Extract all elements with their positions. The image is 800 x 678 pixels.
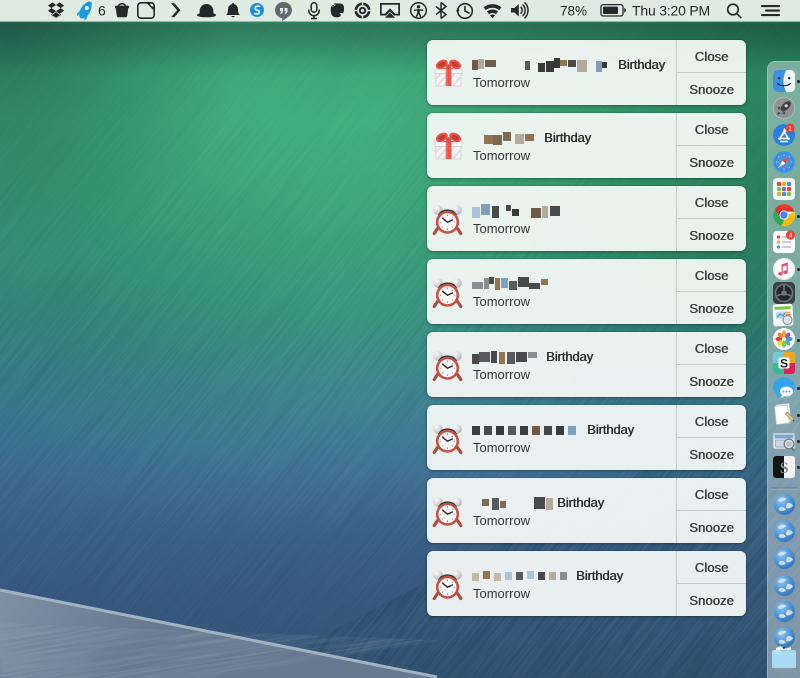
- svg-text:S: S: [780, 460, 789, 477]
- svg-text:6: 6: [98, 3, 106, 19]
- svg-text:1: 1: [788, 125, 792, 132]
- svg-text:78%: 78%: [560, 4, 587, 19]
- svg-text:4: 4: [789, 232, 793, 239]
- svg-text:S: S: [780, 357, 788, 371]
- svg-text:Thu 3:20 PM: Thu 3:20 PM: [632, 3, 710, 19]
